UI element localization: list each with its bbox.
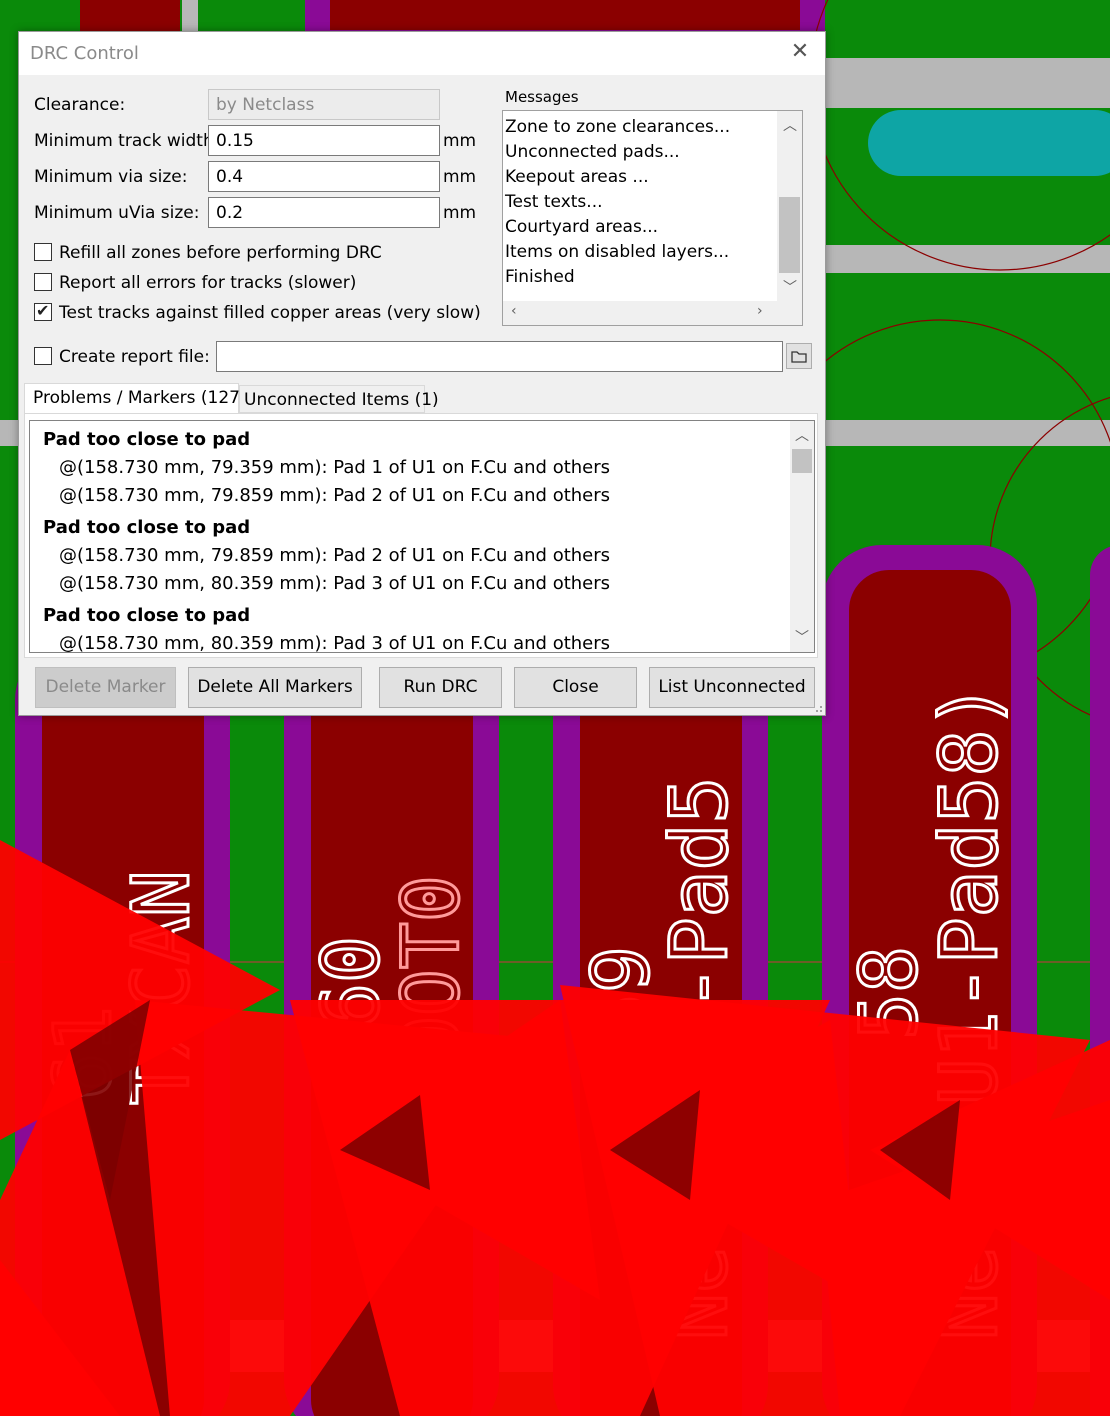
problem-title[interactable]: Pad too close to pad (43, 517, 250, 538)
drc-control-dialog: DRC Control ✕ Clearance: by Netclass Min… (18, 31, 826, 716)
create-report-label: Create report file: (59, 347, 210, 367)
run-drc-button[interactable]: Run DRC (379, 667, 502, 708)
test-tracks-label: Test tracks against filled copper areas … (59, 303, 481, 323)
tab-problems-markers[interactable]: Problems / Markers (127) (24, 383, 247, 413)
message-line: Courtyard areas... (505, 217, 659, 237)
messages-box[interactable]: Zone to zone clearances... Unconnected p… (502, 110, 803, 326)
delete-all-markers-button[interactable]: Delete All Markers (188, 667, 362, 708)
messages-label: Messages (505, 88, 579, 106)
uvia-size-unit: mm (443, 203, 477, 223)
problems-panel: Pad too close to pad @(158.730 mm, 79.35… (24, 413, 818, 658)
problem-detail[interactable]: @(158.730 mm, 79.859 mm): Pad 2 of U1 on… (59, 485, 610, 506)
messages-scroll-thumb[interactable] (779, 197, 800, 273)
report-all-errors-checkbox[interactable] (34, 273, 52, 291)
problem-title[interactable]: Pad too close to pad (43, 605, 250, 626)
messages-vscrollbar[interactable]: ︿ ﹀ (777, 111, 802, 301)
track-width-input[interactable]: 0.15 (208, 125, 440, 156)
message-line: Items on disabled layers... (505, 242, 730, 262)
report-file-input[interactable] (216, 341, 783, 372)
window-title: DRC Control (30, 43, 139, 64)
delete-marker-button[interactable]: Delete Marker (35, 667, 176, 708)
message-line: Unconnected pads... (505, 142, 680, 162)
scroll-down-icon[interactable]: ﹀ (795, 627, 809, 647)
message-line: Test texts... (505, 192, 603, 212)
problem-title[interactable]: Pad too close to pad (43, 429, 250, 450)
browse-folder-button[interactable] (786, 343, 812, 369)
scroll-down-icon[interactable]: ﹀ (783, 277, 797, 297)
via-size-input[interactable]: 0.4 (208, 161, 440, 192)
problem-detail[interactable]: @(158.730 mm, 80.359 mm): Pad 3 of U1 on… (59, 633, 610, 652)
uvia-size-label: Minimum uVia size: (34, 203, 200, 223)
list-unconnected-button[interactable]: List Unconnected (649, 667, 815, 708)
refill-zones-checkbox[interactable] (34, 243, 52, 261)
refill-zones-label: Refill all zones before performing DRC (59, 243, 382, 263)
track-width-unit: mm (443, 131, 477, 151)
scroll-up-icon[interactable]: ︿ (783, 115, 797, 135)
clearance-label: Clearance: (34, 95, 126, 115)
create-report-checkbox[interactable] (34, 347, 52, 365)
problem-detail[interactable]: @(158.730 mm, 79.859 mm): Pad 2 of U1 on… (59, 545, 610, 566)
problems-vscrollbar[interactable]: ︿ ﹀ (790, 421, 814, 652)
problems-scroll-thumb[interactable] (792, 449, 812, 473)
message-line: Zone to zone clearances... (505, 117, 731, 137)
scroll-left-icon[interactable]: ‹ (511, 303, 517, 319)
resize-grip-icon[interactable] (813, 703, 823, 713)
title-bar[interactable]: DRC Control ✕ (19, 32, 825, 75)
test-tracks-checkbox[interactable]: ✔ (34, 301, 52, 321)
clearance-field: by Netclass (208, 89, 440, 120)
checkmark-icon: ✔ (36, 301, 50, 320)
message-line: Finished (505, 267, 575, 287)
problem-detail[interactable]: @(158.730 mm, 80.359 mm): Pad 3 of U1 on… (59, 573, 610, 594)
messages-hscrollbar[interactable]: ‹ › (503, 301, 802, 325)
scroll-up-icon[interactable]: ︿ (795, 425, 809, 445)
folder-icon (791, 351, 807, 363)
problem-detail[interactable]: @(158.730 mm, 79.359 mm): Pad 1 of U1 on… (59, 457, 610, 478)
close-button[interactable]: Close (514, 667, 637, 708)
problems-list[interactable]: Pad too close to pad @(158.730 mm, 79.35… (29, 420, 815, 653)
via-size-label: Minimum via size: (34, 167, 188, 187)
message-line: Keepout areas ... (505, 167, 649, 187)
uvia-size-input[interactable]: 0.2 (208, 197, 440, 228)
via-size-unit: mm (443, 167, 477, 187)
close-icon[interactable]: ✕ (789, 41, 811, 63)
scroll-right-icon[interactable]: › (757, 303, 763, 319)
tab-unconnected-items[interactable]: Unconnected Items (1) (239, 385, 439, 413)
track-width-label: Minimum track width: (34, 131, 220, 151)
report-all-errors-label: Report all errors for tracks (slower) (59, 273, 357, 293)
